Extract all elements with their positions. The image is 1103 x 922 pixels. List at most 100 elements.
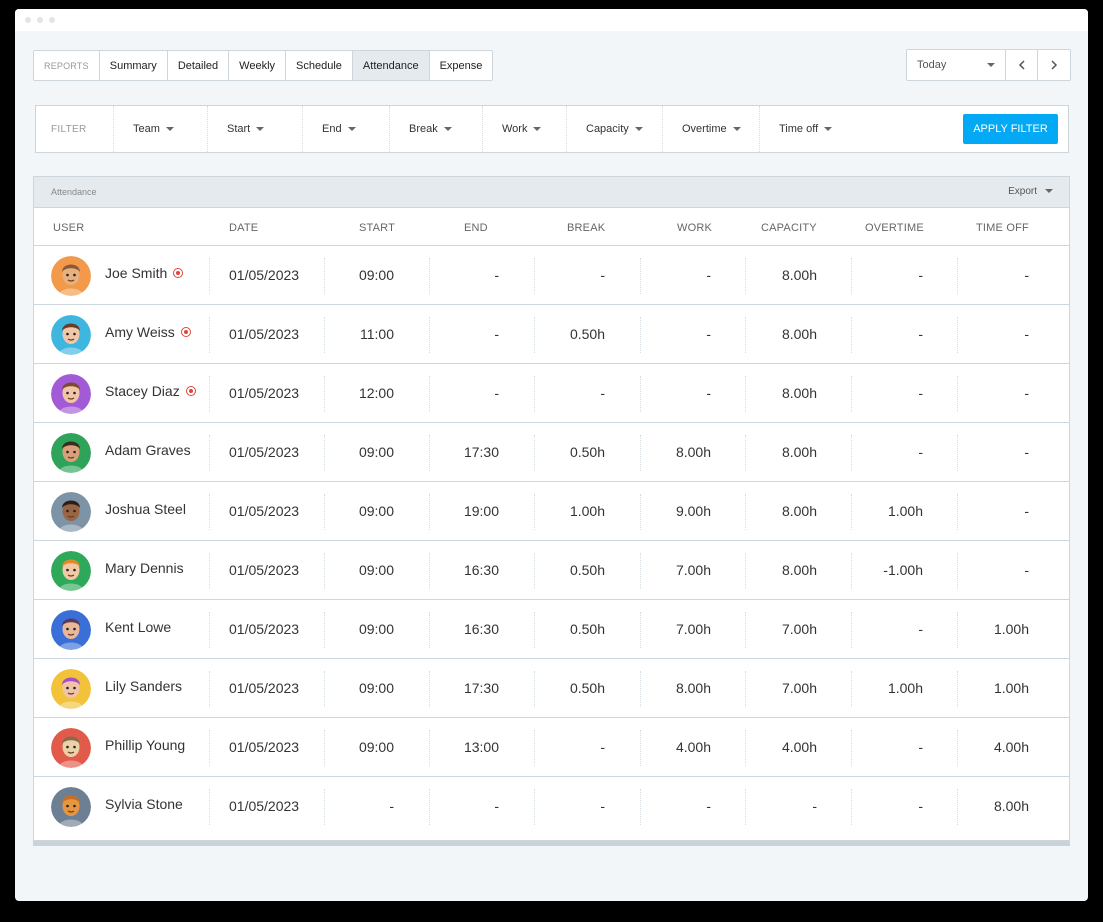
cell-date: 01/05/2023 [229,798,300,814]
cell-time-off: 8.00h [993,798,1029,814]
column-divider [324,730,325,766]
cell-overtime: - [918,621,923,637]
column-divider [851,671,852,707]
filter-overtime[interactable]: Overtime [663,106,760,152]
apply-filter-button[interactable]: APPLY FILTER [963,114,1058,144]
cell-time-off: 1.00h [993,680,1029,696]
cell-overtime: - [918,444,923,460]
column-divider [429,435,430,471]
tab-attendance[interactable]: Attendance [352,51,430,80]
table-row[interactable]: Stacey Diaz 01/05/2023 12:00 - - - 8.00h - - [34,364,1069,423]
user-name-text: Adam Graves [105,442,191,458]
column-divider [324,317,325,353]
tab-summary[interactable]: Summary [100,51,168,80]
table-row[interactable]: Joe Smith 01/05/2023 09:00 - - - 8.00h - - [34,246,1069,305]
app-window: REPORTS Summary Detailed Weekly Schedule… [15,9,1088,901]
table-row[interactable]: Adam Graves 01/05/2023 09:00 17:30 0.50h 8.00… [34,423,1069,482]
cell-start: 09:00 [358,503,394,519]
cell-overtime: - [918,267,923,283]
chevron-down-icon [443,127,452,131]
column-divider [745,435,746,471]
table-row[interactable]: Mary Dennis 01/05/2023 09:00 16:30 0.50h 7.00… [34,541,1069,600]
chevron-down-icon [732,127,741,131]
cell-end: 17:30 [463,680,499,696]
column-divider [209,376,210,412]
table-row[interactable]: Lily Sanders 01/05/2023 09:00 17:30 0.50h 8.0… [34,659,1069,718]
column-header-work[interactable]: WORK [677,222,712,234]
cell-overtime: - [918,326,923,342]
tab-detailed[interactable]: Detailed [168,51,230,80]
tab-schedule[interactable]: Schedule [286,51,353,80]
column-header-start[interactable]: START [359,222,395,234]
cell-end: - [494,326,499,342]
filter-team[interactable]: Team [114,106,208,152]
table-row[interactable]: Amy Weiss 01/05/2023 11:00 - 0.50h - 8.00h - - [34,305,1069,364]
column-header-date[interactable]: DATE [229,222,258,234]
cell-date: 01/05/2023 [229,385,300,401]
table-row[interactable]: Phillip Young 01/05/2023 09:00 13:00 - 4.00h 4… [34,718,1069,777]
user-name: Joshua Steel [105,501,186,517]
cell-work: - [706,326,711,342]
table-row[interactable]: Kent Lowe 01/05/2023 09:00 16:30 0.50h 7.00h 7… [34,600,1069,659]
cell-work: 7.00h [675,621,711,637]
chevron-down-icon [347,127,356,131]
tab-expense[interactable]: Expense [430,51,493,80]
cell-overtime: - [918,798,923,814]
table-row[interactable]: Sylvia Stone 01/05/2023 - - - - - - 8.00h [34,777,1069,836]
column-divider [324,553,325,589]
column-divider [324,376,325,412]
user-name: Kent Lowe [105,619,171,635]
title-bar [15,9,1088,31]
export-button[interactable]: Export [1008,186,1053,197]
filter-break[interactable]: Break [390,106,483,152]
filter-end-label: End [322,123,342,135]
column-divider [324,258,325,294]
avatar [51,492,91,532]
column-header-user[interactable]: USER [53,222,84,234]
column-divider [745,376,746,412]
cell-capacity: - [812,798,817,814]
cell-overtime: 1.00h [887,680,923,696]
table-row[interactable]: Joshua Steel 01/05/2023 09:00 19:00 1.00h 9.0… [34,482,1069,541]
column-header-time-off[interactable]: TIME OFF [976,222,1029,234]
cell-work: - [706,267,711,283]
column-divider [957,553,958,589]
chevron-down-icon [634,127,643,131]
cell-overtime: - [918,739,923,755]
chevron-down-icon [165,127,174,131]
date-navigation: Today [906,49,1071,81]
user-name-text: Sylvia Stone [105,796,183,812]
recording-indicator-icon [173,268,184,279]
cell-break: 1.00h [569,503,605,519]
cell-end: 17:30 [463,444,499,460]
column-header-break[interactable]: BREAK [567,222,605,234]
column-divider [429,494,430,530]
column-divider [209,612,210,648]
avatar [51,256,91,296]
window-dot [49,17,55,23]
cell-end: 13:00 [463,739,499,755]
table-scrollbar[interactable] [33,841,1070,846]
filter-work[interactable]: Work [483,106,567,152]
filter-end[interactable]: End [303,106,390,152]
next-period-button[interactable] [1038,50,1070,80]
column-header-overtime[interactable]: OVERTIME [865,222,924,234]
user-name: Amy Weiss [105,324,191,340]
column-divider [324,789,325,825]
filter-capacity[interactable]: Capacity [567,106,663,152]
filter-time-off[interactable]: Time off [760,106,852,152]
date-range-select[interactable]: Today [907,50,1006,80]
tab-weekly[interactable]: Weekly [229,51,287,80]
previous-period-button[interactable] [1006,50,1038,80]
column-divider [324,612,325,648]
column-divider [640,789,641,825]
column-divider [324,435,325,471]
cell-date: 01/05/2023 [229,267,300,283]
column-divider [957,789,958,825]
column-header-end[interactable]: END [464,222,488,234]
column-divider [851,376,852,412]
column-header-capacity[interactable]: CAPACITY [761,222,817,234]
filter-start[interactable]: Start [208,106,303,152]
cell-capacity: 7.00h [781,680,817,696]
cell-break: 0.50h [569,621,605,637]
